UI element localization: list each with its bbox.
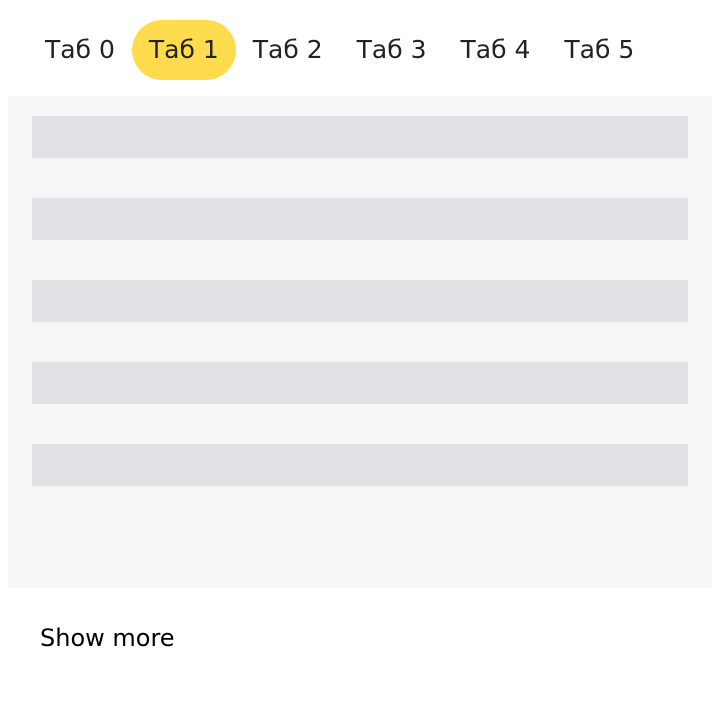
tab-0[interactable]: Таб 0 bbox=[28, 20, 132, 80]
skeleton-line bbox=[32, 444, 688, 486]
skeleton-line bbox=[32, 198, 688, 240]
tab-2[interactable]: Таб 2 bbox=[236, 20, 340, 80]
tab-bar: Таб 0 Таб 1 Таб 2 Таб 3 Таб 4 Таб 5 bbox=[28, 20, 651, 80]
tab-4[interactable]: Таб 4 bbox=[444, 20, 548, 80]
show-more-button[interactable]: Show more bbox=[40, 622, 175, 654]
tab-1[interactable]: Таб 1 bbox=[131, 20, 236, 80]
tab-content-panel bbox=[8, 96, 712, 588]
tab-5[interactable]: Таб 5 bbox=[547, 20, 651, 80]
tab-3[interactable]: Таб 3 bbox=[340, 20, 444, 80]
skeleton-line bbox=[32, 280, 688, 322]
skeleton-line bbox=[32, 362, 688, 404]
skeleton-line bbox=[32, 116, 688, 158]
